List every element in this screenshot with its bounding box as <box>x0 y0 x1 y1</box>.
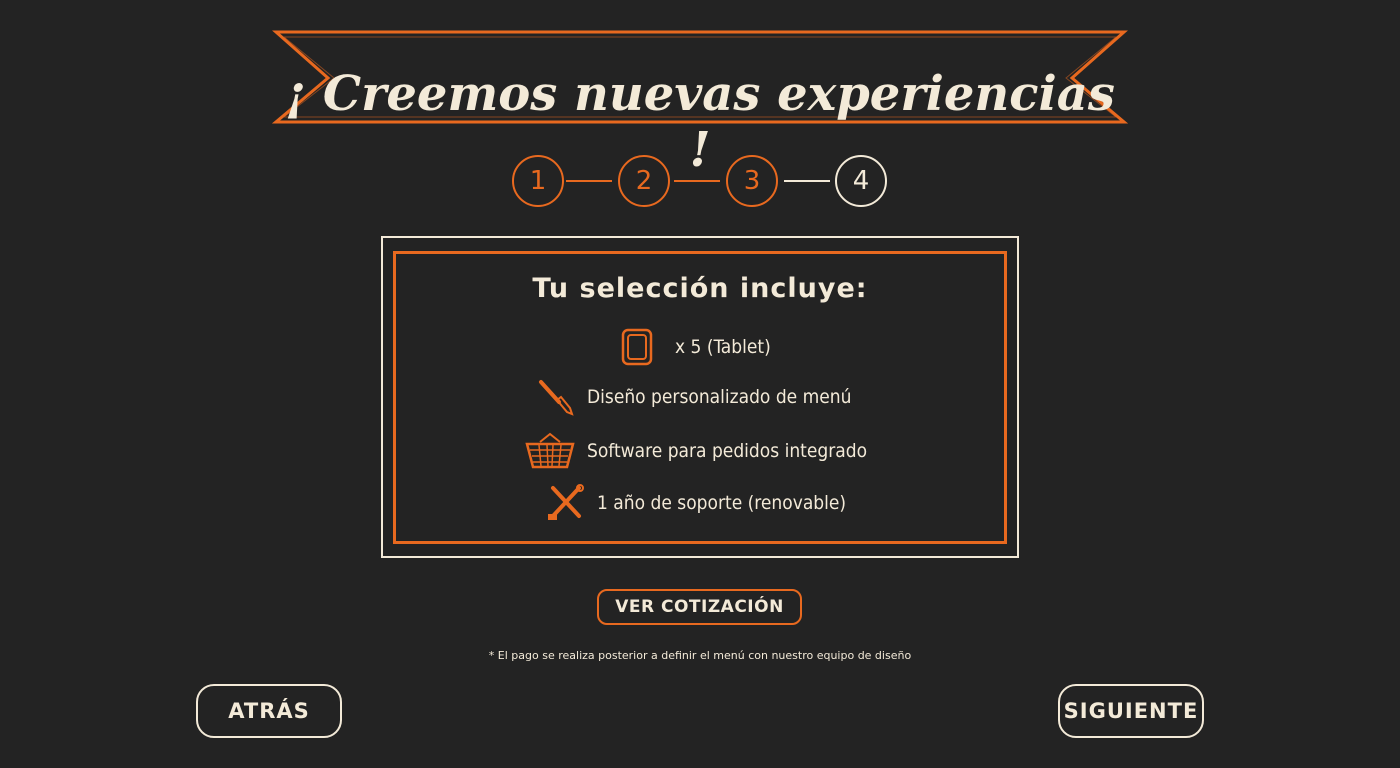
progress-stepper: 1 2 3 4 <box>510 155 890 209</box>
feature-item-software: Software para pedidos integrado <box>525 432 867 470</box>
step-connector <box>566 180 612 182</box>
selection-card: Tu selección incluye: x 5 (Tablet) Diseñ… <box>381 236 1019 558</box>
view-quote-button[interactable]: VER COTIZACIÓN <box>597 589 802 625</box>
step-1[interactable]: 1 <box>512 155 564 207</box>
tablet-icon <box>621 328 653 366</box>
feature-item-tablet: x 5 (Tablet) <box>621 328 771 366</box>
feature-item-design: Diseño personalizado de menú <box>537 378 851 416</box>
brush-icon <box>537 378 575 416</box>
back-button[interactable]: ATRÁS <box>196 684 342 738</box>
step-3[interactable]: 3 <box>726 155 778 207</box>
feature-label: 1 año de soporte (renovable) <box>597 492 847 514</box>
selection-title: Tu selección incluye: <box>532 273 868 304</box>
payment-footnote: * El pago se realiza posterior a definir… <box>488 649 912 662</box>
step-2[interactable]: 2 <box>618 155 670 207</box>
title-banner: ¡ Creemos nuevas experiencias ! <box>272 28 1128 178</box>
step-4-current[interactable]: 4 <box>835 155 887 207</box>
step-connector <box>674 180 720 182</box>
next-button[interactable]: SIGUIENTE <box>1058 684 1204 738</box>
basket-icon <box>525 432 575 470</box>
tools-icon <box>547 484 585 522</box>
feature-label: x 5 (Tablet) <box>675 336 771 358</box>
feature-label: Software para pedidos integrado <box>587 440 868 462</box>
feature-label: Diseño personalizado de menú <box>587 386 852 408</box>
feature-item-support: 1 año de soporte (renovable) <box>547 484 846 522</box>
step-connector <box>784 180 830 182</box>
